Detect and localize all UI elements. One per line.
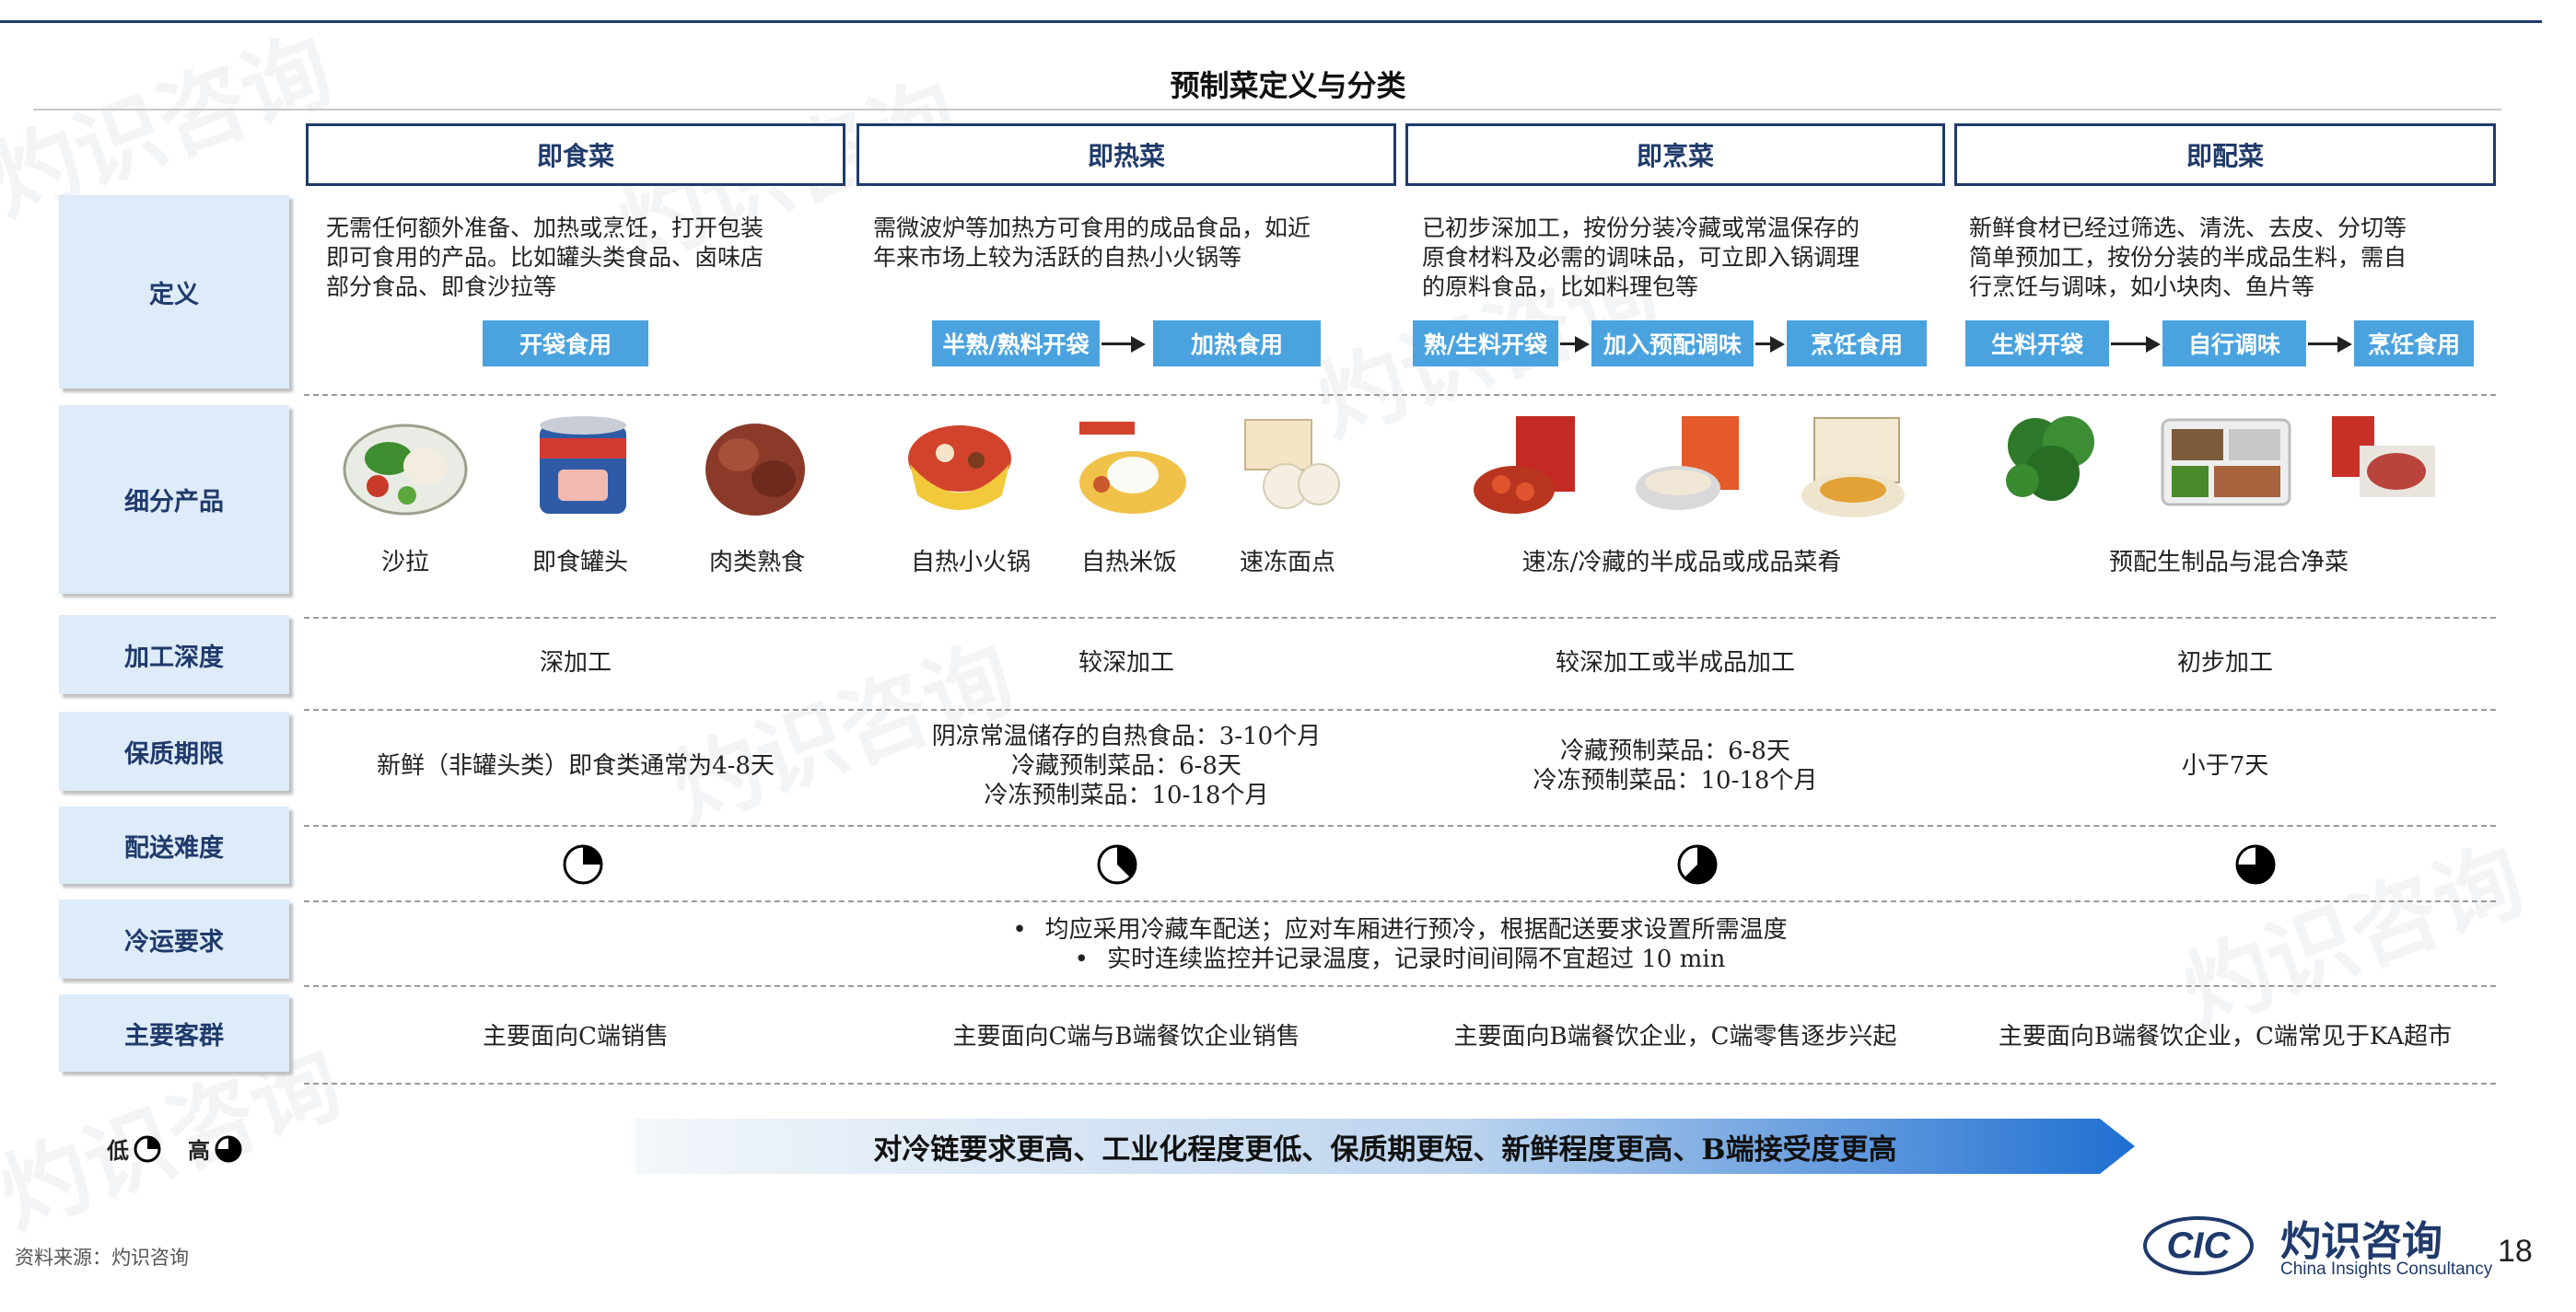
prepared-dish-pack-image — [1801, 417, 1905, 517]
processing-ready-to-prepare: 初步加工 — [2176, 649, 2273, 677]
step-open-raw-bag: 熟/生料开袋 — [1413, 320, 1558, 366]
row-divider — [304, 825, 2496, 827]
step-cook-eat: 烹饪食用 — [1787, 320, 1927, 366]
row-divider — [304, 709, 2496, 711]
shelf-life-ready-to-prepare: 小于7天 — [2181, 752, 2269, 780]
processing-ready-to-heat: 较深加工 — [1078, 649, 1174, 677]
step-open-bag-eat: 开袋食用 — [483, 320, 648, 366]
legend-low-label: 低 — [107, 1137, 129, 1164]
row-label-cold-chain: 冷运要求 — [59, 900, 289, 979]
cold-chain-requirements: • 均应采用冷藏车配送；应对车厢进行预冷，根据配送要求设置所需温度 • 实时连续监控… — [304, 915, 2496, 974]
definition-text-ready-to-cook: 已初步深加工，按份分装冷藏或常温保存的 原食材料及必需的调味品，可立即入锅调理 的原… — [1422, 215, 1860, 300]
row-divider — [304, 1083, 2496, 1085]
product-label-hotpot: 自热小火锅 — [910, 549, 1031, 576]
product-label-rice: 自热米饭 — [1080, 549, 1177, 576]
cic-logo-mark: CIC — [2143, 1216, 2254, 1275]
step-open-raw-bag: 生料开袋 — [1965, 320, 2109, 366]
meal-kit-box-image — [2161, 418, 2291, 506]
difficulty-indicator-ready-to-eat — [563, 844, 603, 885]
difficulty-indicator-ready-to-cook — [1677, 844, 1718, 885]
trend-banner-text: 对冷链要求更高、工业化程度更低、保质期更短、新鲜程度更高、B端接受度更高 — [873, 1132, 1897, 1167]
product-label-raw-and-clean-vegetables: 预配生制品与混合净菜 — [2108, 549, 2349, 576]
source-note: 资料来源：灼识咨询 — [15, 1247, 189, 1269]
step-arrow — [2111, 343, 2148, 345]
category-header-ready-to-eat: 即食菜 — [306, 123, 845, 186]
step-arrowhead — [1770, 336, 1785, 353]
logo-english-name: China Insights Consultancy — [2280, 1260, 2493, 1279]
frozen-dim-sum-image — [1244, 419, 1340, 509]
svg-text:CIC: CIC — [2167, 1225, 2232, 1266]
customers-ready-to-prepare: 主要面向B端餐饮企业，C端常见于KA超市 — [1998, 1023, 2453, 1051]
row-label-products: 细分产品 — [59, 405, 289, 594]
category-header-ready-to-prepare: 即配菜 — [1954, 123, 2496, 186]
customers-ready-to-eat: 主要面向C端销售 — [483, 1023, 669, 1051]
hotpot-pack-image — [1636, 416, 1739, 510]
legend-high-label: 高 — [188, 1137, 210, 1164]
cold-chain-bullet: • 均应采用冷藏车配送；应对车厢进行预冷，根据配送要求设置所需温度 — [1012, 916, 1788, 944]
cold-chain-bullet: • 实时连续监控并记录温度，记录时间间隔不宜超过 10 min — [1074, 946, 1726, 973]
product-label-dim-sum: 速冻面点 — [1239, 549, 1335, 576]
self-heating-rice-image — [1079, 422, 1186, 514]
step-add-seasoning: 加入预配调味 — [1591, 320, 1754, 366]
cooked-meat-image — [705, 424, 805, 516]
difficulty-indicator-ready-to-prepare — [2235, 844, 2276, 885]
title-rule — [33, 109, 2501, 110]
canned-food-image — [540, 416, 626, 514]
step-arrowhead — [2337, 336, 2352, 353]
step-cook-eat: 烹饪食用 — [2354, 320, 2474, 366]
salad-image — [343, 424, 468, 516]
difficulty-legend: 低 高 — [107, 1132, 243, 1165]
step-arrowhead — [1131, 336, 1146, 353]
product-label-cooked-meat: 肉类熟食 — [708, 549, 805, 576]
product-label-canned: 即食罐头 — [531, 549, 628, 576]
row-label-processing: 加工深度 — [59, 615, 289, 694]
shelf-life-ready-to-cook: 冷藏预制菜品：6-8天 冷冻预制菜品：10-18个月 — [1533, 737, 1818, 795]
logo-chinese-name: 灼识咨询 — [2280, 1218, 2442, 1265]
self-heating-hotpot-image — [908, 425, 1011, 510]
customers-ready-to-heat: 主要面向C端与B端餐饮企业销售 — [952, 1023, 1300, 1051]
step-arrow — [1102, 343, 1133, 345]
product-label-semi-finished-dishes: 速冻/冷藏的半成品或成品菜肴 — [1521, 549, 1842, 576]
category-header-ready-to-heat: 即热菜 — [857, 123, 1396, 186]
step-arrow — [2308, 343, 2339, 345]
row-label-customers: 主要客群 — [59, 994, 289, 1072]
customers-ready-to-cook: 主要面向B端餐饮企业，C端零售逐步兴起 — [1453, 1023, 1897, 1051]
legend-low-indicator — [134, 1135, 161, 1162]
page-number: 18 — [2498, 1234, 2533, 1269]
step-self-season: 自行调味 — [2162, 320, 2306, 366]
legend-high-indicator — [215, 1135, 242, 1162]
shelf-life-ready-to-eat: 新鲜（非罐头类）即食类通常为4-8天 — [377, 752, 775, 780]
row-divider — [304, 394, 2496, 396]
difficulty-indicator-ready-to-heat — [1097, 844, 1137, 885]
shelf-life-ready-to-heat: 阴凉常温储存的自热食品：3-10个月 冷藏预制菜品：6-8天 冷冻预制菜品：10-1… — [931, 723, 1322, 809]
product-label-salad: 沙拉 — [380, 549, 429, 576]
page-title: 预制菜定义与分类 — [1170, 68, 1406, 103]
definition-text-ready-to-prepare: 新鲜食材已经过筛选、清洗、去皮、分切等 简单预加工，按份分装的半成品生料，需自 行烹… — [1969, 215, 2407, 300]
step-arrowhead — [1575, 336, 1590, 353]
step-open-cooked-bag: 半熟/熟料开袋 — [932, 320, 1100, 366]
crayfish-dish-image — [1474, 416, 1575, 514]
row-divider — [304, 900, 2496, 902]
processing-ready-to-eat: 深加工 — [539, 649, 612, 677]
row-divider — [304, 985, 2496, 987]
row-label-definition: 定义 — [59, 195, 289, 389]
top-rule — [0, 20, 2542, 23]
raw-meat-pack-image — [2332, 416, 2435, 497]
definition-text-ready-to-heat: 需微波炉等加热方可食用的成品食品，如近 年来市场上较为活跃的自热小火锅等 — [873, 215, 1311, 271]
broccoli-image — [2006, 416, 2094, 501]
row-label-shelf-life: 保质期限 — [59, 712, 289, 791]
definition-text-ready-to-eat: 无需任何额外准备、加热或烹饪，打开包装 即可食用的产品。比如罐头类食品、卤味店 部分… — [326, 215, 764, 300]
step-arrowhead — [2146, 336, 2161, 353]
step-heat-eat: 加热食用 — [1153, 320, 1321, 366]
processing-ready-to-cook: 较深加工或半成品加工 — [1555, 649, 1795, 677]
row-divider — [304, 617, 2496, 619]
row-label-delivery-difficulty: 配送难度 — [59, 807, 289, 884]
category-header-ready-to-cook: 即烹菜 — [1405, 123, 1945, 186]
